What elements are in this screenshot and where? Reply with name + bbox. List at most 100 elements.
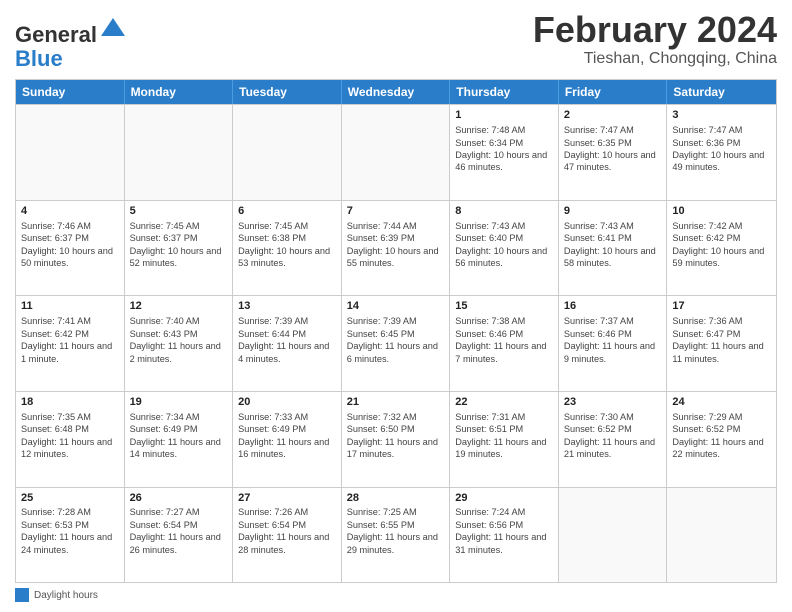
- day-number: 26: [130, 491, 228, 506]
- calendar-cell: 27Sunrise: 7:26 AMSunset: 6:54 PMDayligh…: [233, 488, 342, 583]
- cell-info: Sunrise: 7:41 AMSunset: 6:42 PMDaylight:…: [21, 315, 119, 365]
- cell-info: Sunrise: 7:44 AMSunset: 6:39 PMDaylight:…: [347, 220, 445, 270]
- legend-label: Daylight hours: [34, 590, 98, 601]
- cell-info: Sunrise: 7:39 AMSunset: 6:44 PMDaylight:…: [238, 315, 336, 365]
- cell-info: Sunrise: 7:24 AMSunset: 6:56 PMDaylight:…: [455, 506, 553, 556]
- calendar-cell: 17Sunrise: 7:36 AMSunset: 6:47 PMDayligh…: [667, 296, 776, 391]
- calendar-cell: 6Sunrise: 7:45 AMSunset: 6:38 PMDaylight…: [233, 201, 342, 296]
- day-number: 29: [455, 491, 553, 506]
- logo-general: General: [15, 22, 97, 47]
- day-number: 11: [21, 299, 119, 314]
- calendar-cell: [667, 488, 776, 583]
- day-number: 27: [238, 491, 336, 506]
- calendar-cell: 23Sunrise: 7:30 AMSunset: 6:52 PMDayligh…: [559, 392, 668, 487]
- day-number: 22: [455, 395, 553, 410]
- day-number: 25: [21, 491, 119, 506]
- cell-info: Sunrise: 7:47 AMSunset: 6:35 PMDaylight:…: [564, 124, 662, 174]
- day-number: 28: [347, 491, 445, 506]
- cell-info: Sunrise: 7:31 AMSunset: 6:51 PMDaylight:…: [455, 411, 553, 461]
- calendar-cell: [233, 105, 342, 200]
- calendar-cell: 11Sunrise: 7:41 AMSunset: 6:42 PMDayligh…: [16, 296, 125, 391]
- calendar-cell: 12Sunrise: 7:40 AMSunset: 6:43 PMDayligh…: [125, 296, 234, 391]
- cell-info: Sunrise: 7:43 AMSunset: 6:40 PMDaylight:…: [455, 220, 553, 270]
- calendar-cell: 29Sunrise: 7:24 AMSunset: 6:56 PMDayligh…: [450, 488, 559, 583]
- calendar-cell: 5Sunrise: 7:45 AMSunset: 6:37 PMDaylight…: [125, 201, 234, 296]
- calendar-cell: [125, 105, 234, 200]
- day-number: 20: [238, 395, 336, 410]
- cell-info: Sunrise: 7:38 AMSunset: 6:46 PMDaylight:…: [455, 315, 553, 365]
- cell-info: Sunrise: 7:46 AMSunset: 6:37 PMDaylight:…: [21, 220, 119, 270]
- logo-blue: Blue: [15, 46, 63, 71]
- header-saturday: Saturday: [667, 80, 776, 104]
- day-number: 18: [21, 395, 119, 410]
- calendar-cell: 14Sunrise: 7:39 AMSunset: 6:45 PMDayligh…: [342, 296, 451, 391]
- header-friday: Friday: [559, 80, 668, 104]
- calendar-cell: 16Sunrise: 7:37 AMSunset: 6:46 PMDayligh…: [559, 296, 668, 391]
- footer: Daylight hours: [15, 588, 777, 602]
- cell-info: Sunrise: 7:25 AMSunset: 6:55 PMDaylight:…: [347, 506, 445, 556]
- cell-info: Sunrise: 7:34 AMSunset: 6:49 PMDaylight:…: [130, 411, 228, 461]
- calendar-cell: [342, 105, 451, 200]
- day-number: 16: [564, 299, 662, 314]
- calendar-cell: 22Sunrise: 7:31 AMSunset: 6:51 PMDayligh…: [450, 392, 559, 487]
- logo: General Blue: [15, 14, 127, 71]
- day-number: 6: [238, 204, 336, 219]
- calendar-cell: 7Sunrise: 7:44 AMSunset: 6:39 PMDaylight…: [342, 201, 451, 296]
- calendar-cell: 15Sunrise: 7:38 AMSunset: 6:46 PMDayligh…: [450, 296, 559, 391]
- day-number: 2: [564, 108, 662, 123]
- day-number: 4: [21, 204, 119, 219]
- cell-info: Sunrise: 7:48 AMSunset: 6:34 PMDaylight:…: [455, 124, 553, 174]
- header-sunday: Sunday: [16, 80, 125, 104]
- calendar-cell: 25Sunrise: 7:28 AMSunset: 6:53 PMDayligh…: [16, 488, 125, 583]
- header-monday: Monday: [125, 80, 234, 104]
- cell-info: Sunrise: 7:47 AMSunset: 6:36 PMDaylight:…: [672, 124, 771, 174]
- day-number: 7: [347, 204, 445, 219]
- calendar-week-4: 25Sunrise: 7:28 AMSunset: 6:53 PMDayligh…: [16, 487, 776, 583]
- day-number: 5: [130, 204, 228, 219]
- cell-info: Sunrise: 7:33 AMSunset: 6:49 PMDaylight:…: [238, 411, 336, 461]
- cell-info: Sunrise: 7:30 AMSunset: 6:52 PMDaylight:…: [564, 411, 662, 461]
- day-number: 8: [455, 204, 553, 219]
- calendar-body: 1Sunrise: 7:48 AMSunset: 6:34 PMDaylight…: [16, 104, 776, 582]
- calendar-cell: 10Sunrise: 7:42 AMSunset: 6:42 PMDayligh…: [667, 201, 776, 296]
- header-wednesday: Wednesday: [342, 80, 451, 104]
- calendar-cell: 13Sunrise: 7:39 AMSunset: 6:44 PMDayligh…: [233, 296, 342, 391]
- calendar-cell: 2Sunrise: 7:47 AMSunset: 6:35 PMDaylight…: [559, 105, 668, 200]
- cell-info: Sunrise: 7:37 AMSunset: 6:46 PMDaylight:…: [564, 315, 662, 365]
- cell-info: Sunrise: 7:39 AMSunset: 6:45 PMDaylight:…: [347, 315, 445, 365]
- location: Tieshan, Chongqing, China: [533, 50, 777, 68]
- header-thursday: Thursday: [450, 80, 559, 104]
- calendar-cell: 8Sunrise: 7:43 AMSunset: 6:40 PMDaylight…: [450, 201, 559, 296]
- calendar-cell: 19Sunrise: 7:34 AMSunset: 6:49 PMDayligh…: [125, 392, 234, 487]
- calendar-cell: 3Sunrise: 7:47 AMSunset: 6:36 PMDaylight…: [667, 105, 776, 200]
- calendar-cell: 9Sunrise: 7:43 AMSunset: 6:41 PMDaylight…: [559, 201, 668, 296]
- day-number: 21: [347, 395, 445, 410]
- day-number: 23: [564, 395, 662, 410]
- calendar-week-1: 4Sunrise: 7:46 AMSunset: 6:37 PMDaylight…: [16, 200, 776, 296]
- day-number: 13: [238, 299, 336, 314]
- cell-info: Sunrise: 7:42 AMSunset: 6:42 PMDaylight:…: [672, 220, 771, 270]
- cell-info: Sunrise: 7:32 AMSunset: 6:50 PMDaylight:…: [347, 411, 445, 461]
- day-number: 15: [455, 299, 553, 314]
- calendar-cell: 21Sunrise: 7:32 AMSunset: 6:50 PMDayligh…: [342, 392, 451, 487]
- calendar-header: Sunday Monday Tuesday Wednesday Thursday…: [16, 80, 776, 104]
- calendar-cell: 28Sunrise: 7:25 AMSunset: 6:55 PMDayligh…: [342, 488, 451, 583]
- day-number: 3: [672, 108, 771, 123]
- header: General Blue February 2024 Tieshan, Chon…: [15, 10, 777, 71]
- calendar-cell: [16, 105, 125, 200]
- cell-info: Sunrise: 7:27 AMSunset: 6:54 PMDaylight:…: [130, 506, 228, 556]
- calendar-cell: 26Sunrise: 7:27 AMSunset: 6:54 PMDayligh…: [125, 488, 234, 583]
- calendar-cell: 18Sunrise: 7:35 AMSunset: 6:48 PMDayligh…: [16, 392, 125, 487]
- day-number: 10: [672, 204, 771, 219]
- cell-info: Sunrise: 7:35 AMSunset: 6:48 PMDaylight:…: [21, 411, 119, 461]
- calendar-cell: 20Sunrise: 7:33 AMSunset: 6:49 PMDayligh…: [233, 392, 342, 487]
- calendar-cell: 24Sunrise: 7:29 AMSunset: 6:52 PMDayligh…: [667, 392, 776, 487]
- legend-color-box: [15, 588, 29, 602]
- logo-text: General Blue: [15, 14, 127, 71]
- day-number: 12: [130, 299, 228, 314]
- calendar-cell: [559, 488, 668, 583]
- cell-info: Sunrise: 7:28 AMSunset: 6:53 PMDaylight:…: [21, 506, 119, 556]
- calendar-week-3: 18Sunrise: 7:35 AMSunset: 6:48 PMDayligh…: [16, 391, 776, 487]
- day-number: 17: [672, 299, 771, 314]
- calendar-cell: 1Sunrise: 7:48 AMSunset: 6:34 PMDaylight…: [450, 105, 559, 200]
